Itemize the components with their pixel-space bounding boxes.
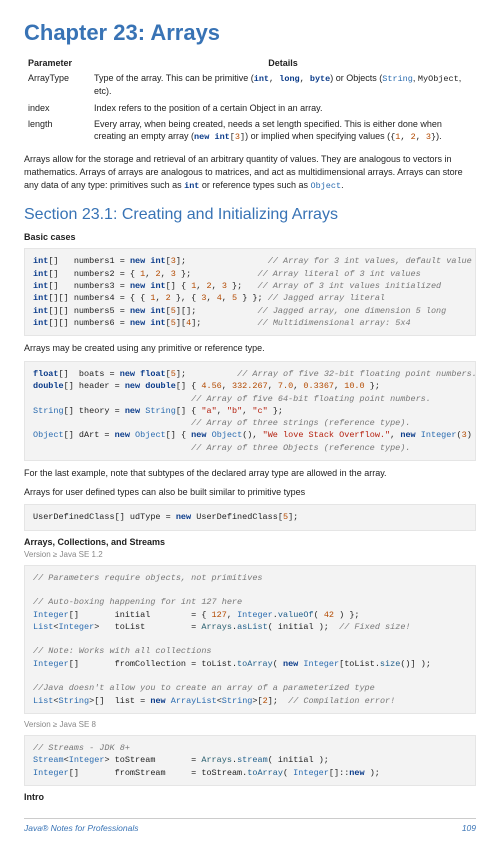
table-row: length Every array, when being created, … [24,116,476,146]
chapter-title: Chapter 23: Arrays [24,20,476,46]
page-footer: Java® Notes for Professionals 109 [24,818,476,833]
code-block-user: UserDefinedClass[] udType = new UserDefi… [24,504,476,530]
params-table: Parameter Details ArrayType Type of the … [24,56,476,145]
heading-intro: Intro [24,792,476,802]
code-block-coll: // Parameters require objects, not primi… [24,565,476,714]
section-title: Section 23.1: Creating and Initializing … [24,206,476,224]
version-note: Version ≥ Java SE 8 [24,720,476,729]
table-row: index Index refers to the position of a … [24,100,476,116]
code-block-ref: float[] boats = new float[5]; // Array o… [24,361,476,461]
intro-paragraph: Arrays allow for the storage and retriev… [24,153,476,192]
paragraph: Arrays for user defined types can also b… [24,486,476,499]
footer-left: Java® Notes for Professionals [24,823,138,833]
version-note: Version ≥ Java SE 1.2 [24,550,476,559]
th-details: Details [90,56,476,70]
code-block-streams: // Streams - JDK 8+ Stream<Integer> toSt… [24,735,476,786]
heading-basic: Basic cases [24,232,476,242]
paragraph: For the last example, note that subtypes… [24,467,476,480]
paragraph: Arrays may be created using any primitiv… [24,342,476,355]
page-number: 109 [462,823,476,833]
th-param: Parameter [24,56,90,70]
code-block-basic: int[] numbers1 = new int[3]; // Array fo… [24,248,476,336]
table-row: ArrayType Type of the array. This can be… [24,70,476,100]
heading-coll: Arrays, Collections, and Streams [24,537,476,547]
